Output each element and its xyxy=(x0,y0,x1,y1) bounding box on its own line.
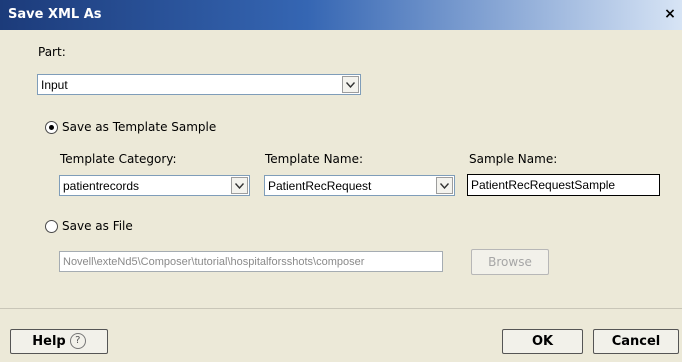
template-name-select[interactable]: PatientRecRequest xyxy=(264,175,455,196)
template-category-label: Template Category: xyxy=(60,152,177,166)
ok-button[interactable]: OK xyxy=(502,329,583,354)
part-select[interactable]: Input xyxy=(37,74,361,95)
save-as-file-radio[interactable] xyxy=(45,220,58,233)
template-category-value: patientrecords xyxy=(63,179,140,193)
template-category-select[interactable]: patientrecords xyxy=(59,175,250,196)
cancel-button[interactable]: Cancel xyxy=(593,329,679,354)
template-name-label: Template Name: xyxy=(265,152,364,166)
footer-separator xyxy=(0,308,682,309)
chevron-down-icon[interactable] xyxy=(436,177,453,194)
help-button[interactable]: Help? xyxy=(10,329,108,354)
question-circle-icon: ? xyxy=(69,332,86,349)
file-path-input[interactable]: Novell\exteNd5\Composer\tutorial\hospita… xyxy=(59,251,443,272)
close-icon[interactable]: × xyxy=(662,6,678,22)
sample-name-input[interactable]: PatientRecRequestSample xyxy=(467,174,660,196)
sample-name-value: PatientRecRequestSample xyxy=(471,178,616,192)
save-xml-dialog: Save XML As × Part: Input Save as Templa… xyxy=(0,0,682,362)
template-name-value: PatientRecRequest xyxy=(268,179,372,193)
template-sample-label[interactable]: Save as Template Sample xyxy=(62,120,216,134)
chevron-down-icon[interactable] xyxy=(231,177,248,194)
part-label: Part: xyxy=(38,45,66,59)
file-path-value: Novell\exteNd5\Composer\tutorial\hospita… xyxy=(63,256,365,268)
window-title: Save XML As xyxy=(8,7,102,22)
template-sample-radio[interactable] xyxy=(45,121,58,134)
part-select-value: Input xyxy=(41,78,68,92)
title-bar: Save XML As × xyxy=(0,0,682,30)
chevron-down-icon[interactable] xyxy=(342,76,359,93)
save-as-file-label[interactable]: Save as File xyxy=(62,219,133,233)
help-button-label: Help xyxy=(32,334,66,349)
browse-button[interactable]: Browse xyxy=(471,249,549,275)
sample-name-label: Sample Name: xyxy=(469,152,558,166)
